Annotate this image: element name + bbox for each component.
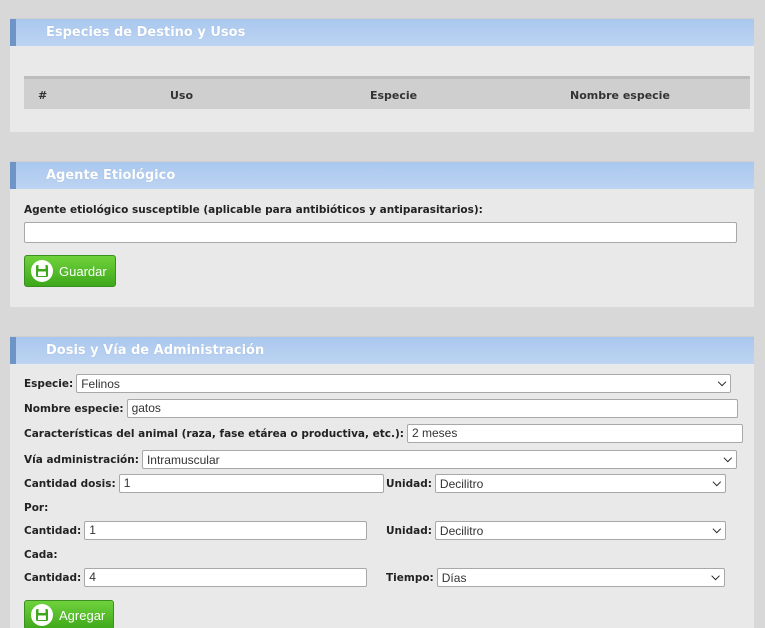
via-administracion-value: Intramuscular — [146, 452, 220, 467]
cantidad-por-input[interactable]: 1 — [84, 521, 368, 540]
via-administracion-label: Vía administración: — [24, 453, 139, 466]
unidad-dosis-select[interactable]: Decilitro ⌵ — [434, 474, 726, 493]
chevron-down-icon: ⌵ — [711, 571, 720, 583]
cada-label: Cada: — [24, 549, 58, 561]
unidad-por-value: Decilitro — [439, 523, 484, 538]
tiempo-select[interactable]: Días ⌵ — [436, 568, 725, 587]
especie-label: Especie: — [24, 377, 74, 390]
add-button-label: Agregar — [59, 607, 106, 623]
nombre-especie-label: Nombre especie: — [24, 402, 124, 415]
especie-select-value: Felinos — [81, 376, 120, 391]
unidad-por-label: Unidad: — [386, 524, 432, 537]
agente-panel-title: Agente Etiológico — [10, 162, 754, 189]
especies-table-header: # Uso Especie Nombre especie — [24, 76, 750, 109]
floppy-disk-icon — [31, 604, 53, 626]
column-header-number: # — [38, 89, 48, 102]
especie-select[interactable]: Felinos ⌵ — [76, 374, 732, 393]
caracteristicas-label: Características del animal (raza, fase e… — [24, 427, 404, 440]
especies-panel: Especies de Destino y Usos # Uso Especie… — [10, 18, 754, 132]
unidad-por-select[interactable]: Decilitro ⌵ — [434, 521, 726, 540]
save-button-label: Guardar — [59, 263, 107, 279]
agente-panel: Agente Etiológico Agente etiológico susc… — [10, 161, 754, 307]
unidad-label: Unidad: — [386, 477, 432, 490]
column-header-especie: Especie — [370, 89, 418, 102]
column-header-uso: Uso — [170, 89, 194, 102]
floppy-disk-icon — [31, 260, 53, 282]
add-button[interactable]: Agregar — [24, 600, 115, 628]
cantidad-cada-label: Cantidad: — [24, 571, 82, 584]
nombre-especie-input[interactable]: gatos — [126, 399, 738, 418]
cantidad-dosis-label: Cantidad dosis: — [24, 477, 116, 490]
dosis-panel: Dosis y Vía de Administración Especie: F… — [10, 336, 754, 628]
via-administracion-select[interactable]: Intramuscular ⌵ — [141, 450, 737, 469]
especies-panel-title: Especies de Destino y Usos — [10, 19, 754, 46]
column-header-nombre-especie: Nombre especie — [570, 89, 670, 102]
chevron-down-icon: ⌵ — [723, 453, 732, 465]
save-button[interactable]: Guardar — [24, 255, 116, 287]
cantidad-por-label: Cantidad: — [24, 524, 82, 537]
chevron-down-icon: ⌵ — [717, 377, 727, 389]
tiempo-value: Días — [441, 570, 467, 585]
unidad-dosis-value: Decilitro — [439, 476, 484, 491]
por-label: Por: — [24, 502, 49, 514]
agente-field-label: Agente etiológico susceptible (aplicable… — [24, 204, 483, 216]
agente-input[interactable] — [24, 222, 737, 243]
chevron-down-icon: ⌵ — [712, 524, 721, 536]
dosis-panel-title: Dosis y Vía de Administración — [10, 337, 754, 364]
tiempo-label: Tiempo: — [386, 571, 434, 584]
caracteristicas-input[interactable]: 2 meses — [407, 424, 743, 443]
cantidad-dosis-input[interactable]: 1 — [118, 474, 384, 493]
chevron-down-icon: ⌵ — [712, 477, 721, 489]
cantidad-cada-input[interactable]: 4 — [84, 568, 368, 587]
